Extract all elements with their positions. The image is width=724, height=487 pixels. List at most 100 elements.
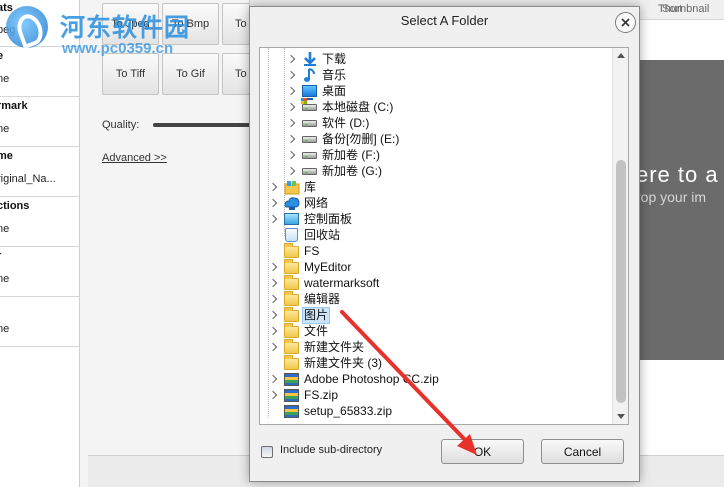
tree-item-label: 备份[勿删] (E:)	[322, 132, 400, 146]
tree-item[interactable]: setup_65833.zip	[260, 403, 610, 419]
expand-chevron-icon[interactable]	[286, 53, 296, 65]
system-drive-icon	[301, 98, 317, 111]
expand-chevron-icon[interactable]	[286, 85, 296, 97]
drive-icon	[302, 136, 317, 143]
include-subdirectory-checkbox[interactable]	[261, 446, 273, 458]
expand-chevron-icon[interactable]	[268, 325, 278, 337]
tree-item[interactable]: 库	[260, 179, 610, 195]
to-png-button[interactable]: To	[222, 3, 250, 45]
library-icon	[284, 181, 300, 195]
tree-item[interactable]: 备份[勿删] (E:)	[260, 131, 610, 147]
settings-row-rename[interactable]: me riginal_Na...	[0, 147, 80, 197]
tree-item-label: watermarksoft	[304, 276, 380, 290]
folder-icon	[284, 259, 299, 274]
tree-item-label: MyEditor	[304, 260, 352, 274]
expand-chevron-icon[interactable]	[268, 181, 278, 193]
tree-item[interactable]: 回收站	[260, 227, 610, 243]
settings-row-heading: me	[0, 150, 13, 162]
tree-item[interactable]: 新建文件夹	[260, 339, 610, 355]
scroll-up-icon[interactable]	[617, 53, 625, 58]
expand-chevron-icon[interactable]	[268, 293, 278, 305]
sort-label[interactable]: Sort	[662, 3, 682, 15]
scroll-down-icon[interactable]	[617, 414, 625, 419]
cancel-button[interactable]: Cancel	[541, 439, 624, 464]
expand-chevron-icon[interactable]	[268, 261, 278, 273]
settings-row-other[interactable]: ne	[0, 297, 80, 347]
desktop-icon	[302, 85, 317, 100]
tree-item[interactable]: 新加卷 (F:)	[260, 147, 610, 163]
drop-zone-title: ere to a	[636, 162, 719, 187]
tree-item[interactable]: FS	[260, 243, 610, 259]
tree-item-label: 软件 (D:)	[322, 116, 370, 130]
tree-item-label: 新加卷 (F:)	[322, 148, 380, 162]
tree-item[interactable]: MyEditor	[260, 259, 610, 275]
drop-zone[interactable]	[640, 60, 724, 360]
folder-icon	[284, 291, 299, 306]
tree-item-label: 文件	[304, 324, 329, 338]
tree-item[interactable]: 本地磁盘 (C:)	[260, 98, 610, 115]
to-other-button[interactable]: To	[222, 53, 250, 95]
expand-chevron-icon[interactable]	[268, 389, 278, 401]
tree-item[interactable]: 网络	[260, 195, 610, 211]
select-folder-dialog: Select A Folder 下载 音乐 桌面 本地磁盘 (C:) 软件 (D…	[249, 6, 640, 482]
close-button[interactable]	[615, 12, 636, 33]
tree-item[interactable]: 文件	[260, 323, 610, 339]
expand-chevron-icon[interactable]	[286, 69, 296, 81]
tree-item[interactable]: 新建文件夹 (3)	[260, 355, 610, 371]
tree-item[interactable]: Adobe Photoshop CC.zip	[260, 371, 610, 387]
scroll-thumb[interactable]	[616, 160, 626, 403]
tree-item[interactable]: 桌面	[260, 83, 610, 100]
settings-row-value: ne	[0, 123, 10, 135]
dialog-title: Select A Folder	[400, 13, 489, 28]
download-arrow-icon	[304, 52, 316, 66]
expand-chevron-icon[interactable]	[286, 133, 296, 145]
settings-row-value: ne	[0, 323, 10, 335]
tree-item-label: FS.zip	[304, 388, 339, 402]
folder-icon	[284, 355, 299, 370]
expand-chevron-icon[interactable]	[268, 373, 278, 385]
settings-row-watermark[interactable]: rmark ne	[0, 97, 80, 147]
ok-button[interactable]: OK	[441, 439, 524, 464]
folder-tree[interactable]: 下载 音乐 桌面 本地磁盘 (C:) 软件 (D:) 备份[勿删] (E:) 新…	[259, 47, 629, 425]
expand-chevron-icon[interactable]	[286, 101, 296, 113]
expand-chevron-icon[interactable]	[286, 165, 296, 177]
zip-archive-icon	[284, 373, 299, 386]
tree-item[interactable]: 新加卷 (G:)	[260, 163, 610, 179]
tree-item[interactable]: 编辑器	[260, 291, 610, 307]
tree-item[interactable]: 下载	[260, 51, 610, 67]
tree-item-label: FS	[304, 244, 320, 258]
expand-chevron-icon[interactable]	[268, 341, 278, 353]
settings-row-heading: rmark	[0, 100, 28, 112]
tree-item-label: 新加卷 (G:)	[322, 164, 382, 178]
tree-item[interactable]: FS.zip	[260, 387, 610, 403]
include-subdirectory-label[interactable]: Include sub-directory	[280, 444, 382, 456]
expand-chevron-icon[interactable]	[268, 213, 278, 225]
tree-item[interactable]: watermarksoft	[260, 275, 610, 291]
tree-item-label: 新建文件夹	[304, 340, 365, 354]
watermark-title: 河东软件园	[60, 14, 191, 42]
tree-item[interactable]: 控制面板	[260, 211, 610, 227]
drive-icon	[302, 152, 317, 159]
settings-row-actions[interactable]: ctions ne	[0, 197, 80, 247]
settings-row-filter[interactable]: r ne	[0, 247, 80, 297]
quality-label: Quality:	[102, 119, 140, 131]
drop-zone-subtitle: rop your im	[636, 189, 707, 205]
advanced-link[interactable]: Advanced >>	[102, 152, 167, 164]
folder-icon	[284, 307, 299, 322]
tree-item[interactable]: 软件 (D:)	[260, 115, 610, 131]
to-gif-button[interactable]: To Gif	[162, 53, 219, 95]
drive-icon	[302, 168, 317, 175]
tree-scrollbar[interactable]	[612, 48, 628, 424]
tree-item[interactable]: 音乐	[260, 67, 610, 83]
tree-item-selected[interactable]: 图片	[260, 307, 610, 324]
expand-chevron-icon[interactable]	[268, 277, 278, 289]
expand-chevron-icon[interactable]	[286, 117, 296, 129]
expand-chevron-icon[interactable]	[268, 309, 278, 321]
to-tiff-button[interactable]: To Tiff	[102, 53, 159, 95]
quality-slider[interactable]	[153, 123, 250, 127]
expand-chevron-icon[interactable]	[268, 197, 278, 209]
network-icon	[284, 197, 300, 210]
tree-item-label: setup_65833.zip	[304, 404, 393, 418]
zip-archive-icon	[284, 405, 299, 418]
expand-chevron-icon[interactable]	[286, 149, 296, 161]
